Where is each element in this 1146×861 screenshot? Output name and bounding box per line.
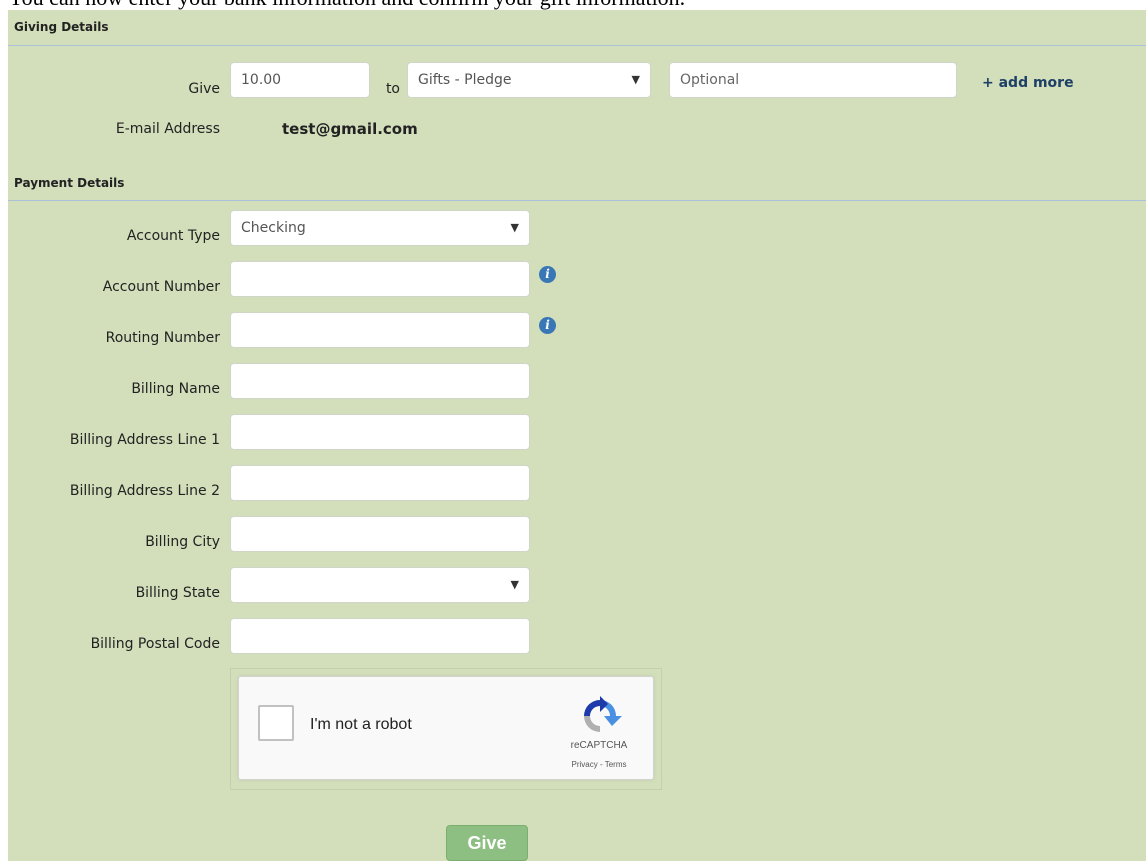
billing-name-input[interactable] (230, 363, 530, 399)
add-more-link[interactable]: + add more (982, 75, 1074, 91)
routing-number-input[interactable] (230, 312, 530, 348)
chevron-down-icon: ▼ (631, 73, 640, 86)
captcha-brand: reCAPTCHA (570, 740, 628, 751)
section-divider (8, 200, 1146, 201)
intro-text: You can now enter your bank information … (8, 0, 1146, 10)
account-number-label: Account Number (102, 279, 220, 295)
fund-select[interactable]: Gifts - Pledge ▼ (407, 62, 651, 98)
to-label: to (385, 81, 400, 97)
billing-state-select[interactable]: ▼ (230, 567, 530, 603)
captcha-privacy-terms-links[interactable]: Privacy - Terms (549, 760, 649, 769)
memo-input[interactable]: Optional (669, 62, 957, 98)
email-value: test@gmail.com (282, 120, 418, 138)
captcha-label: I'm not a robot (310, 716, 412, 733)
billing-address2-label: Billing Address Line 2 (69, 483, 220, 499)
chevron-down-icon: ▼ (510, 221, 519, 234)
recaptcha-logo-icon (584, 696, 622, 732)
section-divider (8, 45, 1146, 46)
payment-details-heading: Payment Details (14, 176, 125, 190)
fund-select-value: Gifts - Pledge (418, 72, 512, 88)
billing-address2-input[interactable] (230, 465, 530, 501)
account-type-label: Account Type (126, 228, 220, 244)
billing-address1-label: Billing Address Line 1 (69, 432, 220, 448)
billing-name-label: Billing Name (131, 381, 220, 397)
amount-input[interactable]: 10.00 (230, 62, 370, 98)
recaptcha-widget: I'm not a robot reCAPTCHA Privacy - Term… (238, 676, 654, 780)
give-button[interactable]: Give (446, 825, 528, 861)
info-icon[interactable]: i (539, 266, 556, 283)
account-type-select[interactable]: Checking ▼ (230, 210, 530, 246)
billing-state-label: Billing State (135, 585, 220, 601)
billing-city-label: Billing City (145, 534, 220, 550)
giving-form-panel: Giving Details Give 10.00 to Gifts - Ple… (8, 10, 1146, 861)
info-icon[interactable]: i (539, 317, 556, 334)
account-type-value: Checking (241, 220, 306, 236)
routing-number-label: Routing Number (105, 330, 220, 346)
email-label: E-mail Address (115, 121, 220, 137)
captcha-checkbox[interactable] (258, 705, 294, 741)
billing-city-input[interactable] (230, 516, 530, 552)
give-label: Give (188, 81, 220, 97)
giving-details-heading: Giving Details (14, 20, 109, 34)
billing-postal-input[interactable] (230, 618, 530, 654)
billing-address1-input[interactable] (230, 414, 530, 450)
chevron-down-icon: ▼ (510, 578, 519, 591)
billing-postal-label: Billing Postal Code (90, 636, 220, 652)
account-number-input[interactable] (230, 261, 530, 297)
